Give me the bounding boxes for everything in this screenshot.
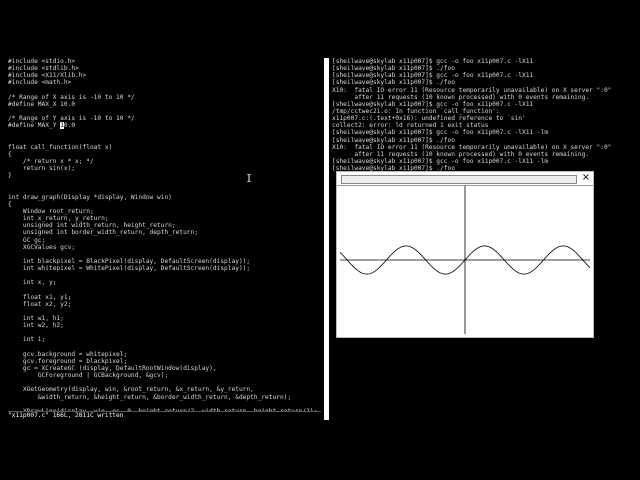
editor-line: unsigned int width_return, height_return… bbox=[8, 222, 176, 230]
editor-line: return sin(x); bbox=[8, 165, 76, 173]
editor-line: float call_function(float x) bbox=[8, 143, 113, 151]
editor-line: int w2, h2; bbox=[8, 322, 64, 330]
editor-line: gc = XCreateGC (display, DefaultRootWind… bbox=[8, 365, 217, 373]
shell-line: after 11 requests (10 known processed) w… bbox=[332, 150, 590, 158]
shell-line: x11p007.c:(.text+0x16): undefined refere… bbox=[332, 115, 526, 123]
editor-line: } bbox=[8, 172, 12, 180]
editor-line: #include <stdlib.h> bbox=[8, 65, 79, 73]
editor-pane[interactable]: #include <stdio.h> #include <stdlib.h> #in… bbox=[8, 58, 321, 420]
editor-line: /* return x * x; */ bbox=[8, 157, 94, 165]
editor-line: { bbox=[8, 200, 12, 208]
editor-line: int whitepixel = WhitePixel(display, Def… bbox=[8, 265, 251, 273]
sine-graph bbox=[340, 186, 590, 334]
shell-line: X10: fatal IO error 11 (Resource tempora… bbox=[332, 143, 612, 151]
editor-line: int w1, h1; bbox=[8, 315, 64, 323]
editor-line: gcv.background = whitepixel; bbox=[8, 350, 128, 358]
editor-line: #include <X11/Xlib.h> bbox=[8, 72, 87, 80]
editor-line: /* Range of Y axis is -10 to 10 */ bbox=[8, 115, 135, 123]
text-cursor-icon bbox=[247, 174, 251, 182]
x11-graph-window[interactable]: × bbox=[336, 171, 594, 338]
editor-line: unsigned int border_width_return, depth_… bbox=[8, 229, 198, 237]
shell-line: [sheilwave@skylab x11p007]$ ./foo bbox=[332, 65, 455, 73]
shell-line: /tmp/cctwec2i.o: In function `call_funct… bbox=[332, 107, 500, 115]
editor-line: int draw_graph(Display *display, Window … bbox=[8, 193, 172, 201]
editor-line: #include <stdio.h> bbox=[8, 58, 76, 65]
editor-line: &width_return, &height_return, &border_w… bbox=[8, 393, 292, 401]
close-icon[interactable]: × bbox=[581, 173, 591, 183]
editor-line: int blackpixel = BlackPixel(display, Def… bbox=[8, 257, 251, 265]
editor-status-line: "x11p007.c" 166L, 2811C written bbox=[8, 412, 321, 419]
editor-line: int x_return, y_return; bbox=[8, 215, 109, 223]
editor-line: { bbox=[8, 150, 12, 158]
editor-line: XGCValues gcv; bbox=[8, 243, 76, 251]
editor-line: float x2, y2; bbox=[8, 300, 72, 308]
editor-line-text: #define MAX_Y bbox=[8, 122, 61, 130]
editor-line: #define MAX_X 10.0 bbox=[8, 100, 76, 108]
shell-line: [sheilwave@skylab x11p007]$ ./foo bbox=[332, 136, 455, 144]
graph-canvas bbox=[340, 186, 590, 334]
shell-line: [sheilwave@skylab x11p007]$ gcc -o foo x… bbox=[332, 129, 549, 137]
editor-line: #define MAX_Y 10.0 bbox=[8, 122, 321, 130]
editor-line: XGetGeometry(display, win, &root_return,… bbox=[8, 386, 254, 394]
editor-line: int i; bbox=[8, 336, 46, 344]
shell-line: after 11 requests (10 known processed) w… bbox=[332, 93, 590, 101]
editor-line: Window root_return; bbox=[8, 207, 94, 215]
shell-line: [sheilwave@skylab x11p007]$ gcc -o foo x… bbox=[332, 157, 549, 165]
window-titlebar[interactable]: × bbox=[337, 172, 593, 186]
shell-line: [sheilwave@skylab x11p007]$ gcc -o foo x… bbox=[332, 100, 534, 108]
titlebar-drag-handle[interactable] bbox=[341, 175, 577, 184]
editor-line: GC gc; bbox=[8, 236, 46, 244]
editor-line: #include <math.h> bbox=[8, 79, 72, 87]
shell-line: [sheilwave@skylab x11p007]$ ./foo bbox=[332, 79, 455, 87]
shell-line: [sheilwave@skylab x11p007]$ gcc -o foo x… bbox=[332, 72, 534, 80]
editor-line: gcv.foreground = blackpixel; bbox=[8, 357, 128, 365]
shell-line: [sheilwave@skylab x11p007]$ gcc -o foo x… bbox=[332, 58, 534, 65]
shell-line: collect2: error: ld returned 1 exit stat… bbox=[332, 122, 489, 130]
editor-line: float x1, y1; bbox=[8, 293, 72, 301]
editor-line: GCForeground | GCBackground, &gcv); bbox=[8, 372, 169, 380]
editor-line-text: 0.0 bbox=[63, 122, 76, 130]
editor-line: int x, y; bbox=[8, 279, 57, 287]
editor-line: /* Range of X axis is -10 to 10 */ bbox=[8, 93, 135, 101]
pane-divider[interactable] bbox=[324, 58, 329, 420]
shell-line: X10: fatal IO error 11 (Resource tempora… bbox=[332, 86, 612, 94]
